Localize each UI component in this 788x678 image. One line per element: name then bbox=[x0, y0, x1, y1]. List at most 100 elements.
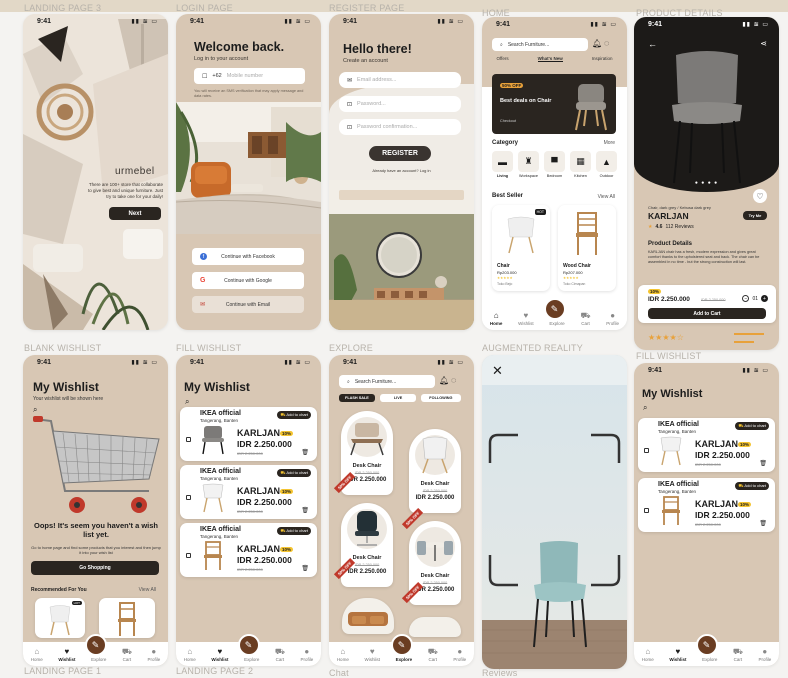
explore-compass-button[interactable]: ✎ bbox=[390, 634, 413, 656]
add-to-chart-button[interactable]: ⛟ Add to chart bbox=[735, 422, 769, 430]
nav-home[interactable]: ⌂ Home bbox=[184, 648, 196, 663]
category-workspace[interactable]: ♜ Workspace bbox=[518, 151, 539, 178]
bestseller-viewall[interactable]: View All bbox=[598, 194, 615, 200]
sofa-card[interactable] bbox=[342, 598, 394, 634]
explore-compass-button[interactable]: ✎ bbox=[695, 634, 718, 656]
nav-wishlist[interactable]: ♥ Wishlist bbox=[364, 648, 380, 663]
tab-whats-new[interactable]: What's New bbox=[537, 56, 563, 62]
try-me-button[interactable]: Try Me bbox=[743, 211, 767, 220]
add-to-chart-button[interactable]: ⛟ Add to chart bbox=[277, 527, 311, 535]
heart-icon[interactable]: ♡ bbox=[753, 189, 767, 203]
category-outdoor[interactable]: ▲ Outdoor bbox=[596, 151, 617, 178]
nav-cart[interactable]: ⛟ Cart bbox=[122, 648, 132, 663]
wishlist-item[interactable]: IKEA official Tangerang, Banten ⛟ Add to… bbox=[638, 418, 775, 472]
product-card[interactable]: Wood Chair Rp207.000 ★★★★★ Toko Cimapan bbox=[558, 205, 616, 291]
login-link[interactable]: Already have an account? Log in bbox=[329, 168, 474, 173]
select-checkbox[interactable] bbox=[644, 508, 649, 513]
recommended-card[interactable] bbox=[99, 598, 155, 638]
nav-explore[interactable]: Explore bbox=[396, 656, 413, 662]
email-field[interactable]: ✉ Email address... bbox=[339, 72, 461, 88]
search-input[interactable]: ⌕ Search Furniture... bbox=[492, 38, 588, 51]
wishlist-item[interactable]: IKEA official Tangerang, Banten ⛟ Add to… bbox=[180, 523, 317, 577]
go-shopping-button[interactable]: Go Shopping bbox=[31, 561, 159, 575]
nav-profile[interactable]: ● Profile bbox=[606, 312, 619, 327]
tab-following[interactable]: FOLLOWING bbox=[421, 394, 461, 402]
category-more[interactable]: More bbox=[604, 140, 615, 146]
nav-wishlist[interactable]: ♥ Wishlist bbox=[211, 648, 228, 663]
explore-product-card[interactable]: Desk Chair IDR 2.250.000 IDR 2.250.000 bbox=[409, 429, 461, 513]
nav-home[interactable]: ⌂ Home bbox=[337, 648, 349, 663]
quantity-stepper[interactable]: − 01 + bbox=[742, 295, 768, 302]
minus-icon[interactable]: − bbox=[742, 295, 750, 302]
search-icon[interactable]: ⌕ bbox=[185, 397, 189, 407]
next-button[interactable]: Next bbox=[109, 207, 161, 220]
nav-wishlist[interactable]: ♥ Wishlist bbox=[669, 648, 686, 663]
trash-icon[interactable]: 🗑︎ bbox=[301, 449, 309, 456]
facebook-button[interactable]: f Continue with Facebook bbox=[192, 248, 304, 265]
promo-checkout[interactable]: Checkout bbox=[500, 119, 516, 123]
bell-icon[interactable]: 🔔︎ bbox=[439, 376, 449, 385]
password-field[interactable]: ⊡ Password... bbox=[339, 96, 461, 112]
chat-icon[interactable]: ◌ bbox=[604, 38, 609, 48]
add-to-chart-button[interactable]: ⛟ Add to chart bbox=[277, 469, 311, 477]
register-button[interactable]: REGISTER bbox=[369, 146, 431, 161]
explore-compass-button[interactable]: ✎ bbox=[543, 298, 566, 320]
trash-icon[interactable]: 🗑︎ bbox=[301, 565, 309, 572]
nav-cart[interactable]: ⛟ Cart bbox=[733, 648, 743, 663]
share-icon[interactable]: ⋖ bbox=[760, 39, 767, 48]
explore-compass-button[interactable]: ✎ bbox=[84, 634, 107, 656]
explore-compass-button[interactable]: ✎ bbox=[237, 634, 260, 656]
nav-wishlist[interactable]: ♥ Wishlist bbox=[518, 312, 534, 327]
email-button[interactable]: ✉ Continue with Email bbox=[192, 296, 304, 313]
explore-product-card[interactable]: Desk Chair IDR 2.250.000 IDR 2.250.000 5… bbox=[333, 503, 393, 587]
phone-field[interactable]: ☐ +62 Mobile number bbox=[194, 68, 305, 84]
nav-cart[interactable]: ⛟ Cart bbox=[428, 648, 438, 663]
nav-cart[interactable]: ⛟ Cart bbox=[580, 312, 590, 327]
select-checkbox[interactable] bbox=[186, 553, 191, 558]
wishlist-item[interactable]: IKEA official Tangerang, Banten ⛟ Add to… bbox=[180, 407, 317, 461]
confirm-password-field[interactable]: ⊡ Password confirmation... bbox=[339, 119, 461, 135]
trash-icon[interactable]: 🗑︎ bbox=[759, 520, 767, 527]
bell-icon[interactable]: 🔔︎ bbox=[592, 39, 602, 48]
tab-offers[interactable]: Offers bbox=[496, 56, 508, 62]
nav-home[interactable]: ⌂ Home bbox=[31, 648, 43, 663]
nav-profile[interactable]: ● Profile bbox=[453, 648, 466, 663]
nav-profile[interactable]: ● Profile bbox=[300, 648, 313, 663]
chat-icon[interactable]: ◌ bbox=[451, 375, 456, 385]
recommended-card[interactable]: HOT bbox=[35, 598, 85, 638]
nav-cart[interactable]: ⛟ Cart bbox=[275, 648, 285, 663]
add-to-chart-button[interactable]: ⛟ Add to chart bbox=[735, 482, 769, 490]
select-checkbox[interactable] bbox=[186, 437, 191, 442]
nav-explore[interactable]: Explore bbox=[91, 656, 106, 662]
wishlist-item[interactable]: IKEA official Tangerang, Banten ⛟ Add to… bbox=[638, 478, 775, 532]
nav-explore[interactable]: Explore bbox=[244, 656, 259, 662]
nav-home[interactable]: ⌂ Home bbox=[642, 648, 654, 663]
nav-profile[interactable]: ● Profile bbox=[147, 648, 160, 663]
nav-explore[interactable]: Explore bbox=[702, 656, 717, 662]
tab-flash-sale[interactable]: FLASH SALE bbox=[339, 394, 375, 402]
select-checkbox[interactable] bbox=[644, 448, 649, 453]
plus-icon[interactable]: + bbox=[761, 295, 768, 302]
nav-explore[interactable]: Explore bbox=[549, 320, 564, 326]
category-bedroom[interactable]: ▀ Bedroom bbox=[544, 151, 565, 178]
promo-banner[interactable]: 50% OFF Best deals on Chair Checkout bbox=[492, 74, 616, 134]
carousel-dots[interactable]: ● ● ● ● bbox=[634, 180, 779, 186]
wishlist-item[interactable]: IKEA official Tangerang, Banten ⛟ Add to… bbox=[180, 465, 317, 519]
product-card[interactable]: HOT Chair Rp203.000 ★★★★★ Toko Bejo bbox=[492, 205, 550, 291]
back-icon[interactable]: ← bbox=[648, 39, 657, 49]
add-to-chart-button[interactable]: ⛟ Add to chart bbox=[277, 411, 311, 419]
select-checkbox[interactable] bbox=[186, 495, 191, 500]
tab-live[interactable]: LIVE bbox=[379, 394, 417, 402]
trash-icon[interactable]: 🗑︎ bbox=[301, 507, 309, 514]
tab-inspiration[interactable]: Inspiration bbox=[592, 56, 613, 62]
nav-wishlist[interactable]: ♥ Wishlist bbox=[58, 648, 75, 663]
search-icon[interactable]: ⌕ bbox=[643, 403, 647, 413]
search-input[interactable]: ⌕ Search Furniture... bbox=[339, 375, 435, 388]
category-kitchen[interactable]: ▦ Kitchen bbox=[570, 151, 591, 178]
explore-product-card[interactable]: Desk Chair IDR 2.250.000 IDR 2.250.000 5… bbox=[401, 521, 461, 605]
add-to-cart-button[interactable]: Add to Cart bbox=[648, 308, 766, 319]
category-living[interactable]: ▬ Living bbox=[492, 151, 513, 178]
nav-profile[interactable]: ● Profile bbox=[758, 648, 771, 663]
trash-icon[interactable]: 🗑︎ bbox=[759, 460, 767, 467]
nav-home[interactable]: ⌂ Home bbox=[490, 312, 503, 327]
